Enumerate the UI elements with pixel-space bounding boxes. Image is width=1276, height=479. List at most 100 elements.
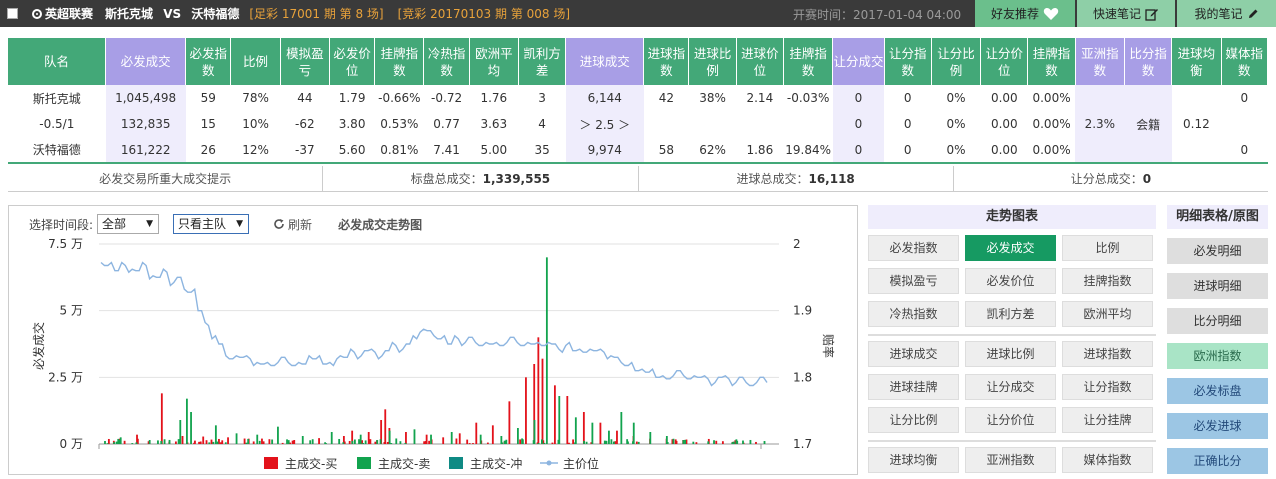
trend-button[interactable]: 进球均衡	[868, 447, 959, 473]
sell-bar	[325, 443, 327, 444]
trend-button[interactable]: 挂牌指数	[1062, 268, 1153, 294]
sell-bar	[286, 439, 288, 444]
table-header-row: 队名 必发成交 必发指数 比例 模拟盈亏 必发价位 挂牌指数 冷热指数 欧洲平均 凯利方差 进球成交…	[8, 38, 1269, 85]
sell-bar	[399, 441, 402, 444]
detail-button[interactable]: 必发进球	[1167, 413, 1268, 439]
table-cell: 会籍	[1124, 111, 1172, 137]
table-cell: 0.53%	[380, 117, 419, 131]
trend-button[interactable]: 比例	[1062, 235, 1153, 261]
detail-button[interactable]: 欧洲指数	[1167, 343, 1268, 369]
table-row: 斯托克城 1,045,498 59 78% 44 1.79 -0.66% -0.72 1.76 3…	[8, 85, 1268, 111]
league-label[interactable]: 英超联赛	[32, 5, 93, 22]
column-header: 进球比例	[688, 38, 737, 85]
chart-title: 必发成交走势图	[338, 217, 423, 232]
column-header: 进球均衡	[1171, 38, 1222, 85]
major-trade-tip[interactable]: 必发交易所重大成交提示	[8, 166, 324, 191]
table-cell: 62%	[688, 137, 737, 164]
trend-button[interactable]: 亚洲指数	[965, 447, 1056, 473]
sell-bar	[742, 440, 744, 444]
buy-bar	[227, 437, 229, 444]
buy-bar	[486, 442, 489, 444]
trend-button[interactable]: 模拟盈亏	[868, 268, 959, 294]
buy-bar	[367, 432, 370, 444]
buy-bar	[386, 441, 389, 444]
buy-bar	[572, 439, 575, 444]
period-select[interactable]: 全部 ▼	[97, 214, 160, 234]
trend-button[interactable]: 必发指数	[868, 235, 959, 261]
buy-bar	[281, 442, 284, 444]
buy-bar	[262, 441, 265, 444]
sell-bar	[666, 442, 669, 444]
refresh-button[interactable]: 刷新	[273, 216, 312, 233]
sell-bar	[395, 438, 398, 444]
trend-button[interactable]: 进球成交	[868, 341, 959, 367]
select-checkbox[interactable]	[7, 8, 18, 19]
trend-button[interactable]: 让分挂牌	[1062, 407, 1153, 433]
table-cell: 5.60	[329, 137, 375, 164]
sell-bar	[277, 426, 279, 444]
odds-stats-table: 队名 必发成交 必发指数 比例 模拟盈亏 必发价位 挂牌指数 冷热指数 欧洲平均 凯利方差 进球成交…	[8, 38, 1269, 164]
trend-button[interactable]: 进球指数	[1062, 341, 1153, 367]
sell-bar	[364, 440, 367, 444]
price-line	[100, 261, 768, 387]
sell-bar	[505, 439, 508, 444]
buy-bar	[252, 441, 255, 444]
sell-bar	[501, 442, 504, 444]
column-header: 比分指数	[1124, 38, 1173, 85]
column-header: 队名	[8, 38, 107, 85]
my-note-button[interactable]: 我的笔记	[1177, 0, 1276, 27]
column-header: 让分价位	[980, 38, 1029, 85]
buy-bar	[468, 443, 471, 444]
table-cell: -0.66%	[378, 91, 421, 105]
sell-bar	[684, 439, 686, 444]
trend-button[interactable]: 进球比例	[965, 341, 1056, 367]
table-cell	[1171, 137, 1222, 164]
sell-bar	[707, 441, 710, 444]
trend-button[interactable]: 媒体指数	[1062, 447, 1153, 473]
sell-bar	[330, 432, 333, 444]
team-filter-select[interactable]: 只看主队 ▼	[173, 214, 250, 234]
buy-bar	[369, 439, 372, 444]
sell-bar	[413, 429, 416, 444]
trend-button[interactable]: 让分价位	[965, 407, 1056, 433]
buy-bar	[318, 438, 320, 444]
buy-bar	[491, 425, 494, 444]
buy-bar	[243, 438, 246, 444]
buy-bar	[428, 440, 431, 444]
sell-bar	[543, 442, 546, 444]
detail-button[interactable]: 必发标盘	[1167, 378, 1268, 404]
buy-bar	[568, 442, 570, 444]
trend-button[interactable]: 进球挂牌	[868, 374, 959, 400]
table-cell: 0	[832, 85, 885, 111]
trend-button[interactable]: 让分成交	[965, 374, 1056, 400]
sell-bar	[245, 442, 248, 444]
table-cell: 3.80	[338, 117, 366, 131]
sell-bar	[404, 442, 407, 444]
friend-recommend-button[interactable]: 好友推荐	[975, 0, 1075, 27]
trend-button[interactable]: 凯利方差	[965, 301, 1056, 327]
detail-button[interactable]: 正确比分	[1167, 448, 1268, 474]
trend-button[interactable]: 让分指数	[1062, 374, 1153, 400]
top-bar: 英超联赛 斯托克城 VS 沃特福德 [足彩 17001 期 第 8 场] [竞彩…	[0, 0, 1276, 27]
table-cell: 59	[200, 91, 216, 105]
table-cell: ＞ 2.5 ＞	[565, 111, 644, 137]
sell-bar	[732, 441, 735, 444]
sell-bar	[247, 438, 250, 444]
detail-button[interactable]: 比分明细	[1167, 308, 1268, 334]
trend-button[interactable]: 让分比例	[868, 407, 959, 433]
table-cell: 58	[643, 137, 689, 164]
table-cell: 0.00	[990, 117, 1018, 131]
trend-button[interactable]: 冷热指数	[868, 301, 959, 327]
legend-label: 主成交-卖	[378, 456, 430, 471]
sell-bar	[160, 440, 163, 444]
trend-button[interactable]: 必发价位	[965, 268, 1056, 294]
detail-button[interactable]: 进球明细	[1167, 273, 1268, 299]
quick-note-button[interactable]: 快速笔记	[1077, 0, 1175, 27]
trend-button[interactable]: 欧洲平均	[1062, 301, 1153, 327]
detail-button[interactable]: 必发明细	[1167, 238, 1268, 264]
table-row: -0.5/1 132,835 15 10% -62 3.80 0.53% 0.77 3.63 4 ＞…	[8, 111, 1268, 137]
sell-bar	[545, 257, 548, 444]
sell-bar	[583, 440, 586, 444]
sell-bar	[208, 442, 211, 444]
trend-button[interactable]: 必发成交	[965, 235, 1056, 261]
